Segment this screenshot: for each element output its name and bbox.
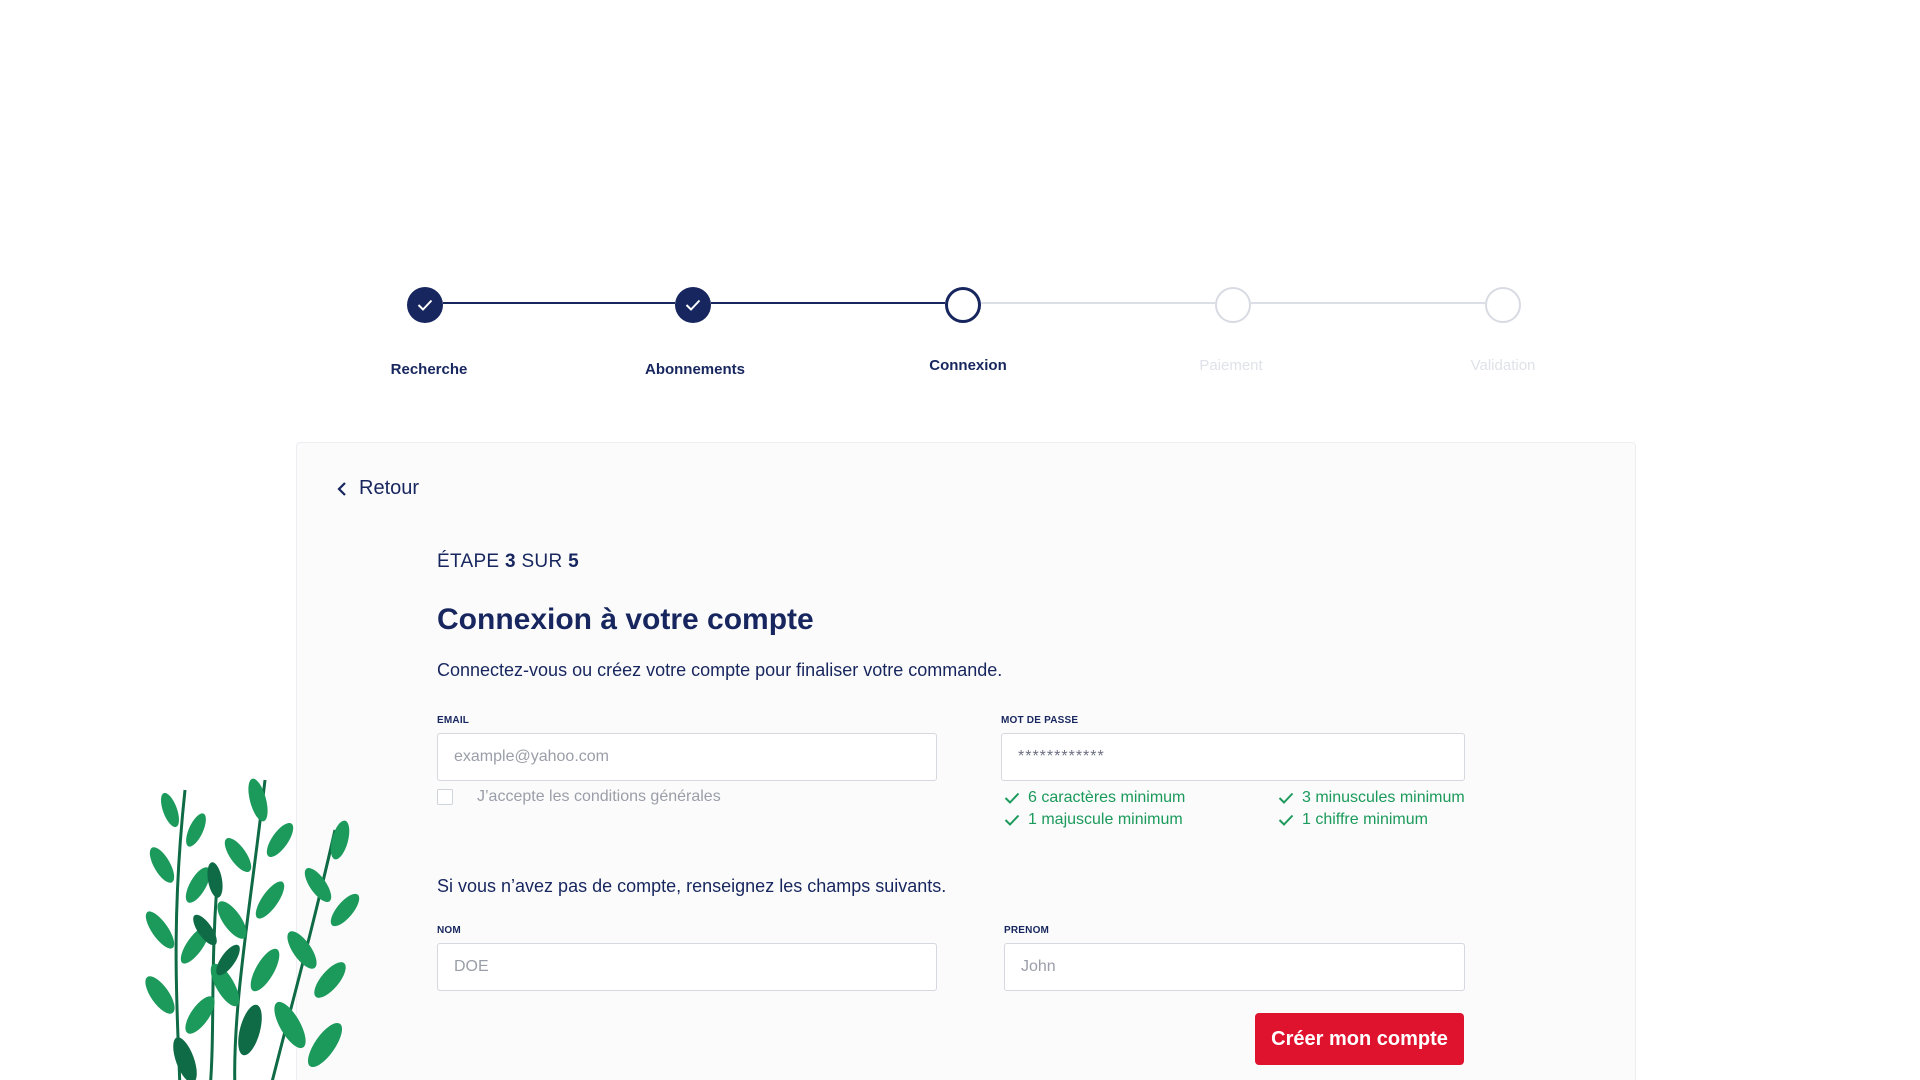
step-counter-total: 5	[568, 551, 579, 572]
step-counter: ÉTAPE 3 SUR 5	[437, 551, 579, 573]
password-rule-digit: 1 chiffre minimum	[1278, 811, 1428, 829]
password-rule-uppercase: 1 majuscule minimum	[1004, 811, 1183, 829]
check-icon	[1278, 814, 1294, 826]
password-input[interactable]	[1001, 733, 1465, 781]
step-connector-2	[711, 302, 945, 304]
step-label-abonnements: Abonnements	[644, 361, 745, 378]
page-subtitle: Connectez-vous ou créez votre compte pou…	[437, 660, 1003, 680]
check-icon	[685, 299, 701, 311]
password-rule-text: 1 chiffre minimum	[1302, 811, 1428, 828]
step-counter-sep: SUR	[521, 551, 563, 572]
prenom-label: PRENOM	[1004, 925, 1050, 936]
check-icon	[1004, 814, 1020, 826]
no-account-text: Si vous n’avez pas de compte, renseignez…	[437, 876, 947, 896]
back-button[interactable]: Retour	[335, 477, 419, 500]
prenom-input[interactable]	[1004, 943, 1465, 991]
password-rule-lowercase: 3 minuscules minimum	[1278, 789, 1465, 807]
step-label-connexion: Connexion	[929, 357, 1007, 374]
check-icon	[1278, 792, 1294, 804]
step-5-todo-circle	[1485, 287, 1521, 323]
chevron-left-icon	[337, 481, 346, 496]
check-icon	[417, 299, 433, 311]
step-1-done-circle	[407, 287, 443, 323]
nom-label: NOM	[437, 925, 461, 936]
nom-input[interactable]	[437, 943, 937, 991]
email-label: EMAIL	[437, 715, 470, 726]
check-icon	[1004, 792, 1020, 804]
signup-card: Retour ÉTAPE 3 SUR 5 Connexion à votre c…	[296, 442, 1636, 1080]
step-4-todo-circle	[1215, 287, 1251, 323]
step-2-done-circle	[675, 287, 711, 323]
step-connector-3	[981, 302, 1215, 304]
step-counter-current: 3	[504, 551, 516, 572]
terms-checkbox[interactable]	[437, 789, 453, 805]
plant-illustration	[145, 778, 360, 1080]
step-counter-prefix: ÉTAPE	[437, 551, 500, 572]
step-connector-4	[1251, 302, 1485, 304]
password-rule-text: 6 caractères minimum	[1028, 789, 1186, 806]
create-account-button[interactable]: Créer mon compte	[1255, 1013, 1464, 1065]
step-3-current-circle	[945, 287, 981, 323]
step-connector-1	[443, 302, 675, 304]
password-rule-text: 1 majuscule minimum	[1028, 811, 1183, 828]
step-label-paiement: Paiement	[1199, 357, 1263, 374]
step-label-recherche: Recherche	[390, 361, 468, 378]
back-label: Retour	[359, 477, 420, 499]
progress-stepper: Recherche Abonnements Connexion Paiement…	[0, 0, 1920, 400]
email-input[interactable]	[437, 733, 937, 781]
page-title: Connexion à votre compte	[437, 603, 814, 636]
step-label-validation: Validation	[1470, 357, 1536, 374]
password-label: MOT DE PASSE	[1001, 715, 1079, 726]
password-rule-text: 3 minuscules minimum	[1302, 789, 1465, 806]
terms-row: J’accepte les conditions générales	[437, 788, 721, 806]
password-rule-length: 6 caractères minimum	[1004, 789, 1185, 807]
terms-label: J’accepte les conditions générales	[477, 788, 721, 805]
